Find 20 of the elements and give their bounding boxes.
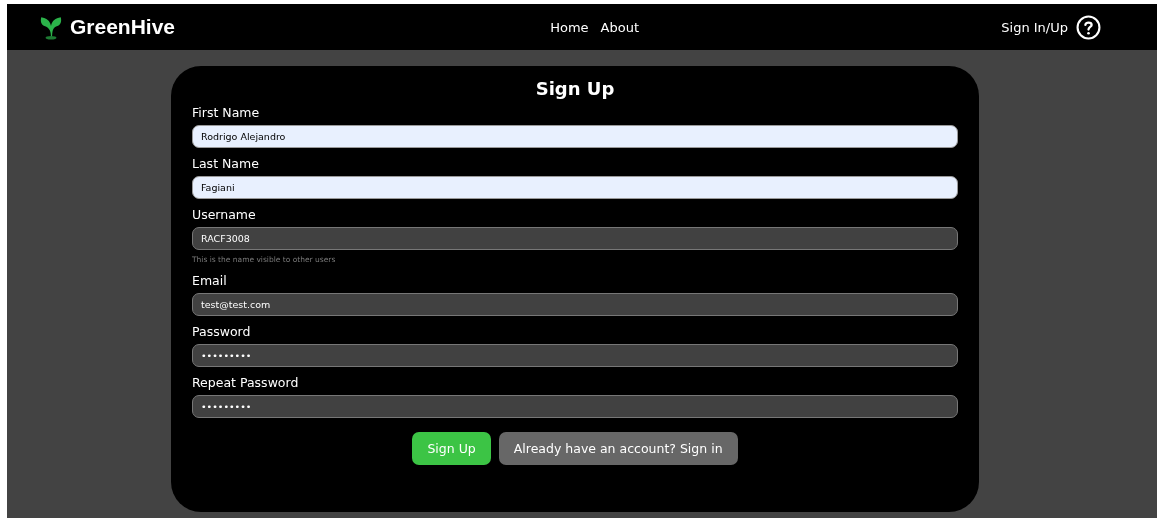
form-button[interactable]: Already have an account? Sign in (498, 432, 738, 465)
field-label: Email (192, 273, 228, 288)
brand-name: GreenHive (70, 15, 176, 39)
field-label: Password (192, 324, 252, 339)
nav-link[interactable]: Home (550, 19, 589, 35)
field-label: Last Name (192, 156, 260, 171)
input-field[interactable]: RACF3008 (192, 227, 958, 250)
input-field[interactable]: Fagiani (192, 176, 958, 199)
input-field[interactable]: ••••••••• (192, 395, 958, 418)
input-field[interactable]: test@test.com (192, 293, 958, 316)
sign-in-link[interactable]: Sign In/Up (1001, 19, 1068, 35)
input-field[interactable]: ••••••••• (192, 344, 958, 367)
help-icon[interactable] (1076, 14, 1101, 40)
nav-link[interactable]: About (600, 19, 640, 35)
field-label: Username (192, 207, 257, 222)
input-field[interactable]: Rodrigo Alejandro (192, 125, 958, 148)
leaf-logo-icon (38, 14, 64, 40)
field-label: First Name (192, 105, 261, 120)
field-label: Repeat Password (192, 375, 300, 390)
form-title: Sign Up (534, 78, 616, 99)
